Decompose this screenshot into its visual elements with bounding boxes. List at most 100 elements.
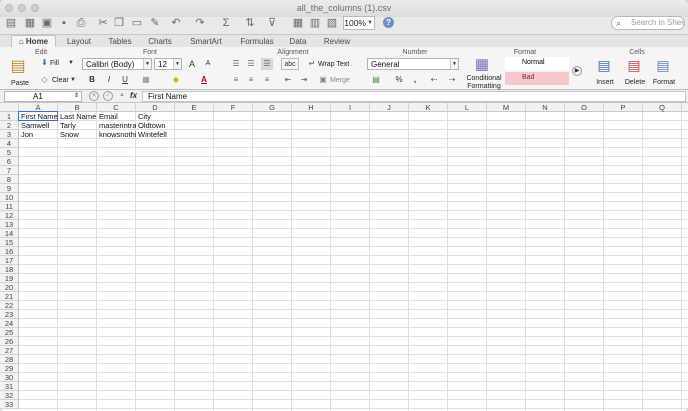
bold-button[interactable]: B xyxy=(86,74,98,86)
row-header-16[interactable]: 16 xyxy=(0,247,19,256)
row-header-13[interactable]: 13 xyxy=(0,220,19,229)
row-header-27[interactable]: 27 xyxy=(0,346,19,355)
currency-icon[interactable]: ▤ xyxy=(369,74,383,86)
align-top-icon[interactable]: ☰ xyxy=(230,58,242,70)
formula-input[interactable]: First Name xyxy=(142,91,686,102)
cell-b1[interactable]: Last Name xyxy=(58,112,97,121)
format-painter-icon[interactable]: ✎ xyxy=(148,16,162,30)
media-icon[interactable]: ▧ xyxy=(325,16,339,30)
save-icon[interactable]: ▪ xyxy=(57,16,71,30)
row-header-8[interactable]: 8 xyxy=(0,175,19,184)
wrap-text-button[interactable]: Wrap Text xyxy=(318,61,354,69)
fill-button[interactable]: Fill xyxy=(50,60,64,68)
orientation-button[interactable]: abc xyxy=(281,58,299,70)
row-header-9[interactable]: 9 xyxy=(0,184,19,193)
name-box[interactable]: A1 ⇕ xyxy=(4,91,82,102)
column-header-k[interactable]: K xyxy=(409,103,448,112)
undo-icon[interactable]: ↶ xyxy=(169,16,183,30)
print-icon[interactable]: ⎙ xyxy=(74,16,88,30)
row-header-6[interactable]: 6 xyxy=(0,157,19,166)
underline-button[interactable]: U xyxy=(119,74,131,86)
column-header-q[interactable]: Q xyxy=(643,103,682,112)
percent-button[interactable]: % xyxy=(394,74,404,86)
row-header-20[interactable]: 20 xyxy=(0,283,19,292)
number-format-select[interactable]: General ▼ xyxy=(367,58,459,70)
conditional-formatting-button[interactable]: Conditional Formatting xyxy=(464,75,504,91)
cell-a3[interactable]: Jon xyxy=(19,130,58,139)
row-header-18[interactable]: 18 xyxy=(0,265,19,274)
font-color-icon[interactable]: A xyxy=(198,74,210,86)
new-workbook-icon[interactable]: ▤ xyxy=(4,16,18,30)
column-header-g[interactable]: G xyxy=(253,103,292,112)
search-sheet-input[interactable]: ⌕ Search in Sheet xyxy=(611,16,685,30)
row-header-28[interactable]: 28 xyxy=(0,355,19,364)
row-header-31[interactable]: 31 xyxy=(0,382,19,391)
align-bottom-icon[interactable]: ☰ xyxy=(261,58,273,70)
delete-button[interactable]: Delete xyxy=(624,79,646,87)
format-button[interactable]: Format xyxy=(652,79,676,87)
row-header-32[interactable]: 32 xyxy=(0,391,19,400)
cut-icon[interactable]: ✂ xyxy=(96,16,110,30)
cell-c2[interactable]: masterintraining@citadel.com xyxy=(97,121,136,130)
autosum-icon[interactable]: Σ xyxy=(219,16,233,30)
row-header-17[interactable]: 17 xyxy=(0,256,19,265)
cell-c1[interactable]: Email xyxy=(97,112,136,121)
cancel-icon[interactable]: ✕ xyxy=(89,91,99,101)
row-header-19[interactable]: 19 xyxy=(0,274,19,283)
row-header-23[interactable]: 23 xyxy=(0,310,19,319)
row-header-21[interactable]: 21 xyxy=(0,292,19,301)
cell-d3[interactable]: Wintefell xyxy=(136,130,175,139)
column-header-h[interactable]: H xyxy=(292,103,331,112)
column-header-i[interactable]: I xyxy=(331,103,370,112)
increase-indent-icon[interactable]: ⇥ xyxy=(298,74,310,86)
cell-a2[interactable]: Samwell xyxy=(19,121,58,130)
borders-icon[interactable]: ▦ xyxy=(140,74,152,86)
align-center-icon[interactable]: ≡ xyxy=(245,74,257,86)
zoom-select[interactable]: 100% ▼ xyxy=(343,16,375,30)
insert-function-button[interactable]: fx xyxy=(130,91,137,100)
comma-button[interactable]: , xyxy=(410,74,420,86)
paste-icon[interactable]: ▭ xyxy=(130,16,144,30)
toolbox-icon[interactable]: ▥ xyxy=(308,16,322,30)
cell-d2[interactable]: Oldtown xyxy=(136,121,175,130)
paste-button[interactable]: Paste xyxy=(8,80,32,88)
increase-decimal-icon[interactable]: ⇠ xyxy=(428,74,440,86)
insert-button[interactable]: Insert xyxy=(594,79,616,87)
select-all-corner[interactable] xyxy=(0,103,19,112)
shrink-font-button[interactable]: A xyxy=(202,58,214,70)
column-header-l[interactable]: L xyxy=(448,103,487,112)
sort-icon[interactable]: ⇅ xyxy=(243,16,257,30)
column-header-o[interactable]: O xyxy=(565,103,604,112)
redo-icon[interactable]: ↷ xyxy=(193,16,207,30)
column-header-a[interactable]: A xyxy=(19,103,58,112)
row-header-10[interactable]: 10 xyxy=(0,193,19,202)
cell-b3[interactable]: Snow xyxy=(58,130,97,139)
column-header-n[interactable]: N xyxy=(526,103,565,112)
decrease-decimal-icon[interactable]: ⇢ xyxy=(446,74,458,86)
column-header-f[interactable]: F xyxy=(214,103,253,112)
row-header-26[interactable]: 26 xyxy=(0,337,19,346)
row-header-12[interactable]: 12 xyxy=(0,211,19,220)
cell-d1[interactable]: City xyxy=(136,112,175,121)
column-header-e[interactable]: E xyxy=(175,103,214,112)
cell-b2[interactable]: Tarly xyxy=(58,121,97,130)
copy-icon[interactable]: ❐ xyxy=(112,16,126,30)
column-header-c[interactable]: C xyxy=(97,103,136,112)
column-header-d[interactable]: D xyxy=(136,103,175,112)
row-header-4[interactable]: 4 xyxy=(0,139,19,148)
row-header-1[interactable]: 1 xyxy=(0,112,19,121)
row-header-25[interactable]: 25 xyxy=(0,328,19,337)
row-header-29[interactable]: 29 xyxy=(0,364,19,373)
row-header-33[interactable]: 33 xyxy=(0,400,19,409)
help-icon[interactable]: ? xyxy=(383,17,394,28)
open-icon[interactable]: ▣ xyxy=(40,16,54,30)
styles-next-icon[interactable]: ▶ xyxy=(572,66,582,76)
row-header-15[interactable]: 15 xyxy=(0,238,19,247)
column-header-j[interactable]: J xyxy=(370,103,409,112)
row-header-2[interactable]: 2 xyxy=(0,121,19,130)
gallery-icon[interactable]: ▦ xyxy=(291,16,305,30)
align-right-icon[interactable]: ≡ xyxy=(261,74,273,86)
decrease-indent-icon[interactable]: ⇤ xyxy=(282,74,294,86)
row-header-22[interactable]: 22 xyxy=(0,301,19,310)
row-header-5[interactable]: 5 xyxy=(0,148,19,157)
